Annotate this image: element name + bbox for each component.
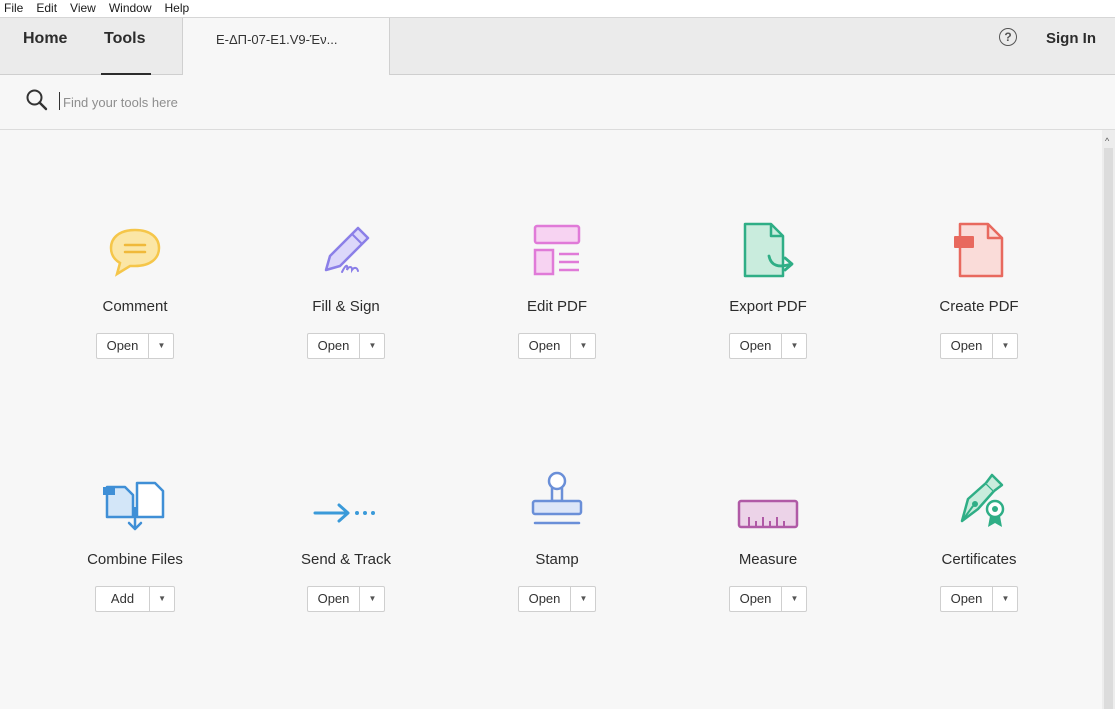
chevron-down-icon[interactable]: ▼ bbox=[149, 334, 173, 358]
fill-sign-icon bbox=[324, 226, 370, 274]
chevron-down-icon[interactable]: ▼ bbox=[993, 334, 1017, 358]
tool-label: Create PDF bbox=[939, 298, 1019, 315]
menu-view[interactable]: View bbox=[63, 0, 102, 17]
stamp-open-button[interactable]: Open bbox=[519, 587, 572, 611]
tool-action-group: Open ▼ bbox=[306, 586, 386, 612]
menu-edit[interactable]: Edit bbox=[29, 0, 63, 17]
help-icon[interactable]: ? bbox=[999, 28, 1017, 46]
edit-pdf-icon bbox=[533, 224, 581, 276]
tool-action-group: Open ▼ bbox=[728, 586, 808, 612]
measure-open-button[interactable]: Open bbox=[730, 587, 783, 611]
tool-action-group: Open ▼ bbox=[95, 333, 175, 359]
tool-label: Combine Files bbox=[87, 551, 183, 568]
tool-action-group: Add ▼ bbox=[94, 586, 176, 612]
fill-sign-open-button[interactable]: Open bbox=[308, 334, 361, 358]
chevron-down-icon[interactable]: ▼ bbox=[360, 587, 384, 611]
chevron-down-icon[interactable]: ▼ bbox=[782, 334, 806, 358]
tool-action-group: Open ▼ bbox=[517, 586, 597, 612]
document-tab[interactable]: Ε-ΔΠ-07-Ε1.V9-Έν... bbox=[182, 18, 390, 75]
combine-files-add-button[interactable]: Add bbox=[96, 587, 151, 611]
tool-stamp: Stamp Open ▼ bbox=[452, 463, 662, 612]
menu-help[interactable]: Help bbox=[158, 0, 196, 17]
send-track-open-button[interactable]: Open bbox=[308, 587, 361, 611]
sign-in-button[interactable]: Sign In bbox=[1046, 30, 1096, 47]
send-track-icon bbox=[313, 503, 375, 523]
tool-combine-files: Combine Files Add ▼ bbox=[30, 463, 240, 612]
search-input[interactable] bbox=[61, 90, 465, 114]
vertical-scrollbar[interactable]: ^ bbox=[1102, 130, 1115, 709]
text-cursor bbox=[59, 92, 60, 110]
comment-open-button[interactable]: Open bbox=[97, 334, 150, 358]
menu-window[interactable]: Window bbox=[102, 0, 158, 17]
search-icon bbox=[26, 89, 48, 111]
tool-action-group: Open ▼ bbox=[517, 333, 597, 359]
chevron-down-icon[interactable]: ▼ bbox=[993, 587, 1017, 611]
chevron-down-icon[interactable]: ▼ bbox=[571, 587, 595, 611]
tool-certificates: Certificates Open ▼ bbox=[874, 463, 1084, 612]
tool-measure: Measure Open ▼ bbox=[663, 463, 873, 612]
tool-label: Edit PDF bbox=[526, 298, 587, 315]
tab-tools[interactable]: Tools bbox=[104, 30, 145, 48]
chevron-down-icon[interactable]: ▼ bbox=[150, 587, 174, 611]
tool-label: Comment bbox=[102, 298, 168, 315]
menu-file[interactable]: File bbox=[0, 0, 29, 17]
tool-send-track: Send & Track Open ▼ bbox=[241, 463, 451, 612]
tool-search-bar bbox=[0, 75, 1115, 130]
measure-icon bbox=[737, 499, 799, 529]
tool-action-group: Open ▼ bbox=[939, 333, 1019, 359]
create-pdf-open-button[interactable]: Open bbox=[941, 334, 994, 358]
tool-edit-pdf: Edit PDF Open ▼ bbox=[452, 210, 662, 359]
export-pdf-open-button[interactable]: Open bbox=[730, 334, 783, 358]
tab-home[interactable]: Home bbox=[23, 30, 67, 48]
tool-label: Send & Track bbox=[300, 551, 392, 568]
tool-export-pdf: Export PDF Open ▼ bbox=[663, 210, 873, 359]
combine-files-icon bbox=[103, 481, 165, 531]
certificates-open-button[interactable]: Open bbox=[941, 587, 994, 611]
stamp-icon bbox=[531, 471, 583, 525]
tab-bar: Home Tools Ε-ΔΠ-07-Ε1.V9-Έν... ? Sign In bbox=[0, 17, 1115, 75]
tool-label: Stamp bbox=[535, 551, 579, 568]
tool-action-group: Open ▼ bbox=[728, 333, 808, 359]
create-pdf-icon bbox=[954, 222, 1004, 278]
tool-label: Certificates bbox=[941, 551, 1017, 568]
scrollbar-thumb[interactable] bbox=[1104, 148, 1113, 709]
export-pdf-icon bbox=[743, 222, 794, 278]
menu-bar: File Edit View Window Help bbox=[0, 0, 1115, 17]
tool-action-group: Open ▼ bbox=[939, 586, 1019, 612]
tool-label: Fill & Sign bbox=[312, 298, 380, 315]
edit-pdf-open-button[interactable]: Open bbox=[519, 334, 572, 358]
tool-label: Export PDF bbox=[729, 298, 807, 315]
scroll-up-icon[interactable]: ^ bbox=[1105, 136, 1109, 146]
tool-create-pdf: Create PDF Open ▼ bbox=[874, 210, 1084, 359]
comment-icon bbox=[109, 228, 161, 277]
tool-fill-sign: Fill & Sign Open ▼ bbox=[241, 210, 451, 359]
chevron-down-icon[interactable]: ▼ bbox=[360, 334, 384, 358]
tool-comment: Comment Open ▼ bbox=[30, 210, 240, 359]
chevron-down-icon[interactable]: ▼ bbox=[782, 587, 806, 611]
document-tab-title: Ε-ΔΠ-07-Ε1.V9-Έν... bbox=[216, 32, 338, 47]
chevron-down-icon[interactable]: ▼ bbox=[571, 334, 595, 358]
tool-label: Measure bbox=[738, 551, 798, 568]
certificates-icon bbox=[960, 473, 1005, 527]
tool-action-group: Open ▼ bbox=[306, 333, 386, 359]
